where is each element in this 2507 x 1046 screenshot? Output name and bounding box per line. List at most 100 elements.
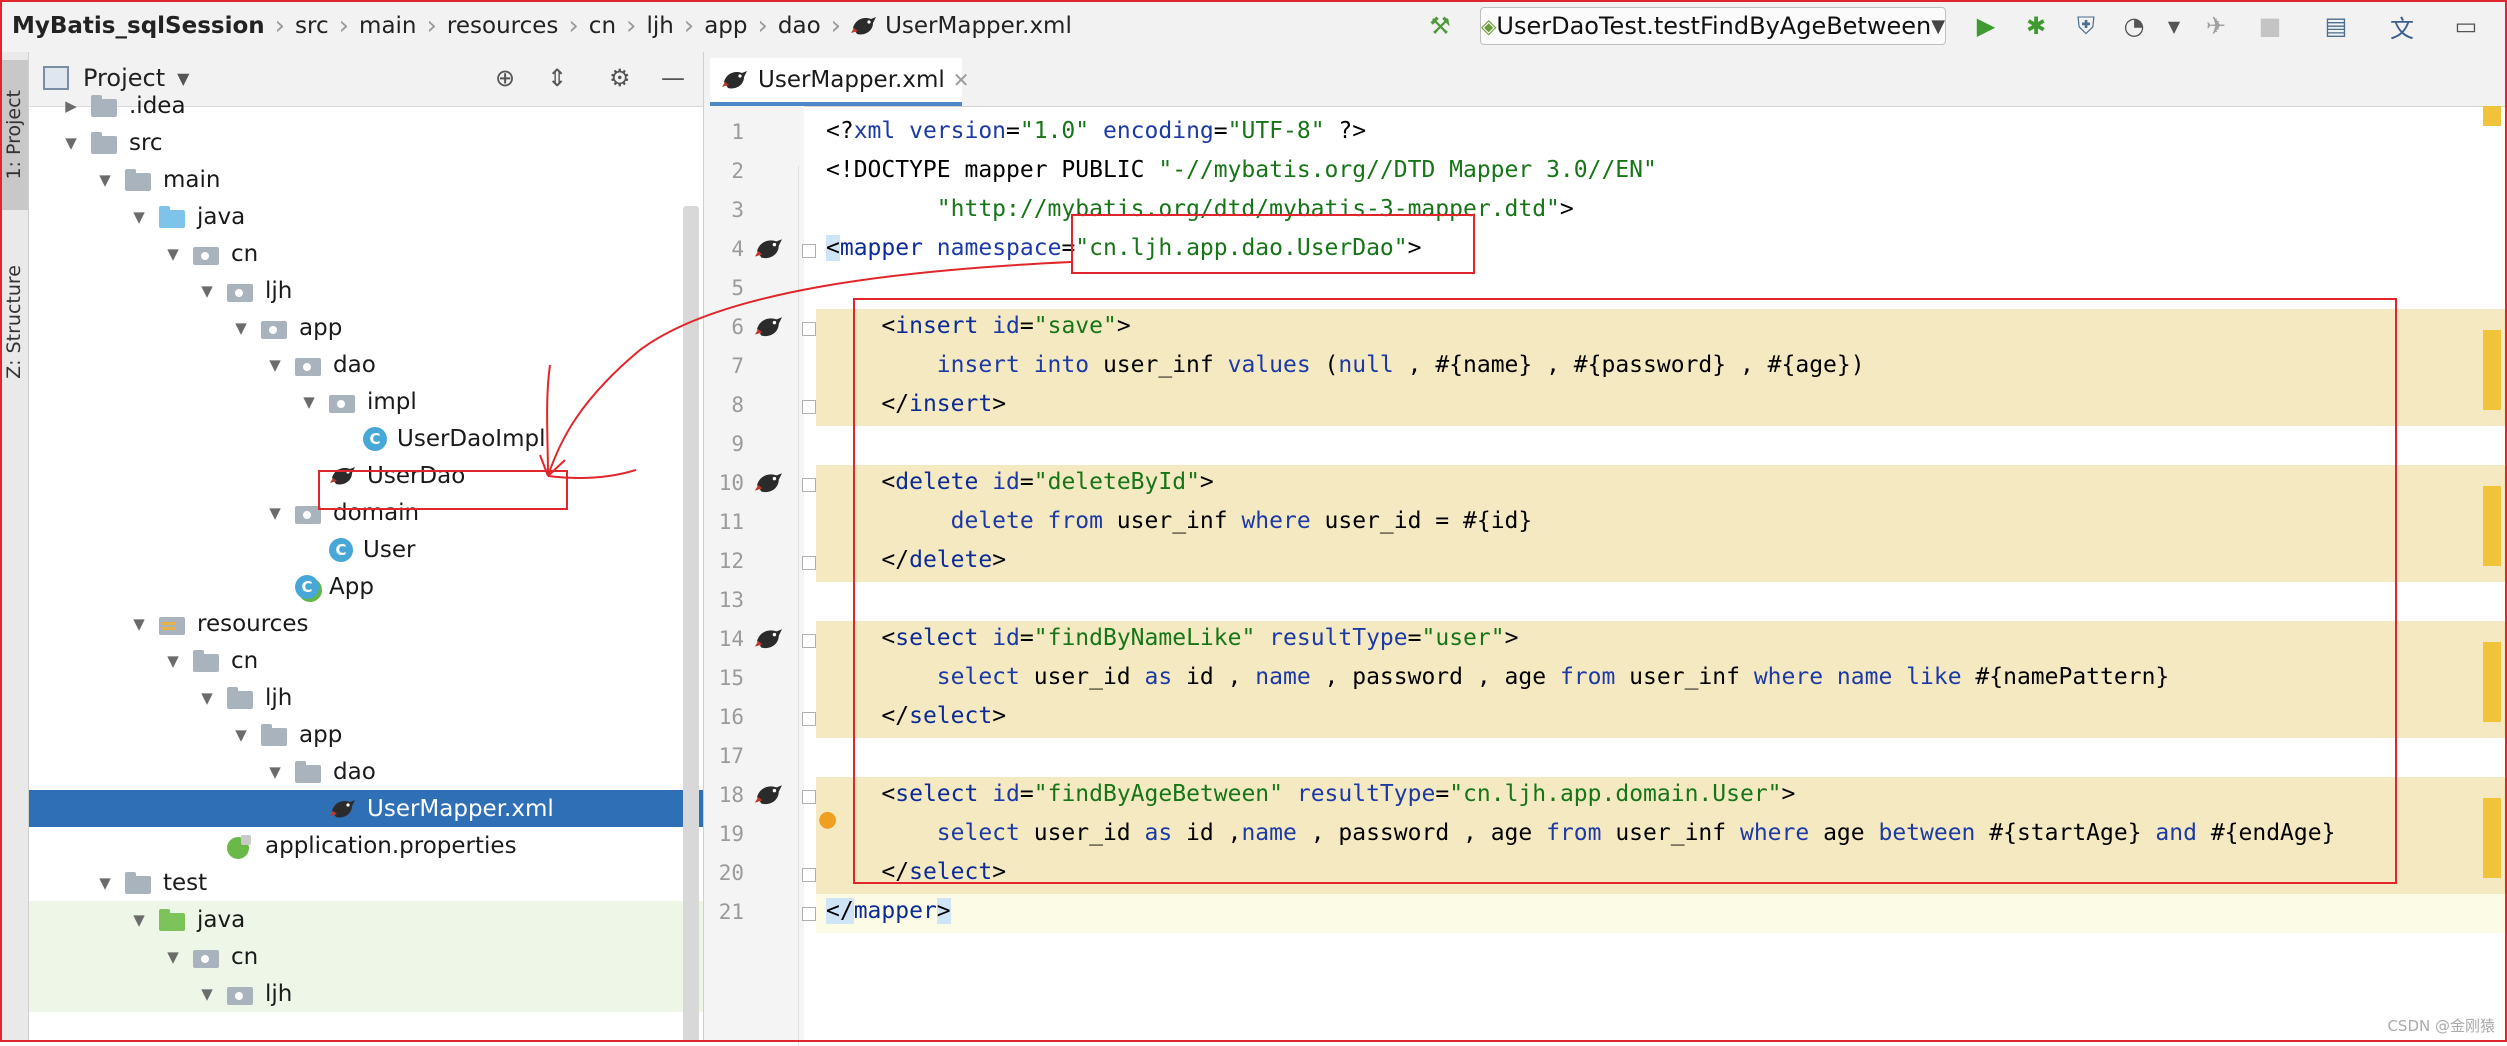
code-line[interactable]: </select> [816, 699, 2507, 738]
collapse-arrow-icon[interactable]: ▼ [265, 356, 285, 374]
code-line[interactable]: "http://mybatis.org/dtd/mybatis-3-mapper… [816, 192, 2507, 231]
stripe-marker[interactable] [2483, 486, 2501, 566]
collapse-arrow-icon[interactable]: ▼ [231, 726, 251, 744]
tree-item-userdaoimpl[interactable]: C UserDaoImpl [29, 420, 703, 457]
collapse-arrow-icon[interactable]: ▼ [61, 134, 81, 152]
collapse-arrow-icon[interactable]: ▼ [129, 208, 149, 226]
collapse-arrow-icon[interactable]: ▼ [95, 171, 115, 189]
tree-item-test[interactable]: ▼ test [29, 864, 703, 901]
mybatis-navigate-icon[interactable] [754, 470, 784, 496]
terminal-icon[interactable]: ▭ [2452, 12, 2480, 40]
breadcrumb-ljh[interactable]: ljh [646, 13, 673, 39]
breadcrumb-src[interactable]: src [295, 13, 329, 39]
tree-item-dao[interactable]: ▼ dao [29, 346, 703, 383]
code-line[interactable]: <?xml version="1.0" encoding="UTF-8" ?> [816, 114, 2507, 153]
breadcrumb-resources[interactable]: resources [447, 13, 558, 39]
code-line[interactable]: </mapper> [816, 894, 2507, 933]
tree-item-java[interactable]: ▼ java [29, 198, 703, 235]
code-line[interactable]: <insert id="save"> [816, 309, 2507, 348]
structure-tool-tab[interactable]: Z: Structure [0, 222, 28, 422]
tree-item-app[interactable]: ▼ app [29, 309, 703, 346]
collapse-arrow-icon[interactable]: ▼ [197, 282, 217, 300]
tree-item-test-java[interactable]: ▼ java [29, 901, 703, 938]
debug-icon[interactable]: ✱ [2022, 12, 2050, 40]
code-line[interactable] [816, 582, 2507, 621]
code-line[interactable]: <delete id="deleteById"> [816, 465, 2507, 504]
mybatis-navigate-icon[interactable] [754, 782, 784, 808]
fold-marker-icon[interactable] [802, 322, 816, 336]
mybatis-navigate-icon[interactable] [754, 626, 784, 652]
fold-marker-icon[interactable] [802, 634, 816, 648]
collapse-arrow-icon[interactable]: ▼ [197, 689, 217, 707]
tree-item-resources[interactable]: ▼ resources [29, 605, 703, 642]
collapse-arrow-icon[interactable]: ▼ [163, 948, 183, 966]
tree-item-app-class[interactable]: C App [29, 568, 703, 605]
tree-item-impl[interactable]: ▼ impl [29, 383, 703, 420]
collapse-arrow-icon[interactable]: ▼ [129, 615, 149, 633]
code-line[interactable]: <select id="findByNameLike" resultType="… [816, 621, 2507, 660]
tree-item-ljh[interactable]: ▼ ljh [29, 272, 703, 309]
run-icon[interactable]: ▶ [1972, 12, 2000, 40]
tree-item-test-ljh[interactable]: ▼ ljh [29, 975, 703, 1012]
project-structure-icon[interactable]: ▤ [2322, 12, 2350, 40]
stripe-marker[interactable] [2483, 330, 2501, 410]
coverage-icon[interactable]: ⛨ [2072, 12, 2100, 40]
code-line[interactable] [816, 426, 2507, 465]
code-line[interactable]: select user_id as id , name , password ,… [816, 660, 2507, 699]
fold-marker-icon[interactable] [802, 712, 816, 726]
collapse-arrow-icon[interactable]: ▼ [129, 911, 149, 929]
mybatis-gray-icon[interactable]: ✈ [2202, 12, 2230, 40]
close-icon[interactable]: ✕ [953, 68, 970, 92]
editor-tab-usermapper[interactable]: UserMapper.xml ✕ [710, 58, 970, 106]
breadcrumb-project[interactable]: MyBatis_sqlSession [12, 13, 265, 39]
tree-item-main[interactable]: ▼ main [29, 161, 703, 198]
code-line[interactable]: </select> [816, 855, 2507, 894]
code-line[interactable]: <mapper namespace="cn.ljh.app.dao.UserDa… [816, 231, 2507, 270]
collapse-arrow-icon[interactable]: ▼ [197, 985, 217, 1003]
fold-marker-icon[interactable] [802, 868, 816, 882]
breadcrumb-file[interactable]: UserMapper.xml [885, 13, 1072, 39]
tree-item-src[interactable]: ▼ src [29, 124, 703, 161]
fold-marker-icon[interactable] [802, 478, 816, 492]
collapse-arrow-icon[interactable]: ▼ [163, 245, 183, 263]
collapse-arrow-icon[interactable]: ▼ [95, 874, 115, 892]
tree-scrollbar[interactable] [683, 206, 699, 1042]
tree-item-test-cn[interactable]: ▼ cn [29, 938, 703, 975]
code-line[interactable] [816, 738, 2507, 777]
breadcrumb-cn[interactable]: cn [589, 13, 616, 39]
tree-item-usermapper-xml[interactable]: UserMapper.xml [29, 790, 703, 827]
mybatis-navigate-icon[interactable] [754, 236, 784, 262]
breadcrumb-dao[interactable]: dao [778, 13, 821, 39]
stripe-marker[interactable] [2483, 642, 2501, 722]
tree-item-domain[interactable]: ▼ domain [29, 494, 703, 531]
tree-item-cn[interactable]: ▼ cn [29, 235, 703, 272]
lightbulb-icon[interactable]: ● [818, 807, 848, 833]
expand-arrow-icon[interactable]: ▶ [61, 97, 81, 115]
code-line[interactable]: </delete> [816, 543, 2507, 582]
profile-icon[interactable]: ◔ [2120, 12, 2148, 40]
stripe-marker[interactable] [2483, 106, 2501, 126]
tree-item-res-cn[interactable]: ▼ cn [29, 642, 703, 679]
fold-marker-icon[interactable] [802, 907, 816, 921]
code-line[interactable] [816, 270, 2507, 309]
tree-item-userdao[interactable]: UserDao [29, 457, 703, 494]
stop-icon[interactable]: ■ [2256, 12, 2284, 40]
tree-item-res-ljh[interactable]: ▼ ljh [29, 679, 703, 716]
code-line[interactable]: <!DOCTYPE mapper PUBLIC "-//mybatis.org/… [816, 153, 2507, 192]
code-area[interactable]: <?xml version="1.0" encoding="UTF-8" ?> <… [816, 106, 2507, 1042]
fold-marker-icon[interactable] [802, 790, 816, 804]
breadcrumb-app[interactable]: app [704, 13, 747, 39]
tree-item-res-app[interactable]: ▼ app [29, 716, 703, 753]
code-line[interactable]: delete from user_inf where user_id = #{i… [816, 504, 2507, 543]
collapse-arrow-icon[interactable]: ▼ [265, 763, 285, 781]
code-line[interactable]: insert into user_inf values (null , #{na… [816, 348, 2507, 387]
tree-item-res-dao[interactable]: ▼ dao [29, 753, 703, 790]
code-line[interactable]: <select id="findByAgeBetween" resultType… [816, 777, 2507, 816]
tree-item-application-properties[interactable]: application.properties [29, 827, 703, 864]
build-hammer-icon[interactable]: ⚒ [1426, 12, 1454, 40]
mybatis-navigate-icon[interactable] [754, 314, 784, 340]
stripe-marker[interactable] [2483, 798, 2501, 878]
project-tool-tab[interactable]: 1: Project [0, 60, 28, 210]
run-configuration-select[interactable]: ◈ UserDaoTest.testFindByAgeBetween ▼ [1480, 7, 1946, 45]
fold-marker-icon[interactable] [802, 556, 816, 570]
